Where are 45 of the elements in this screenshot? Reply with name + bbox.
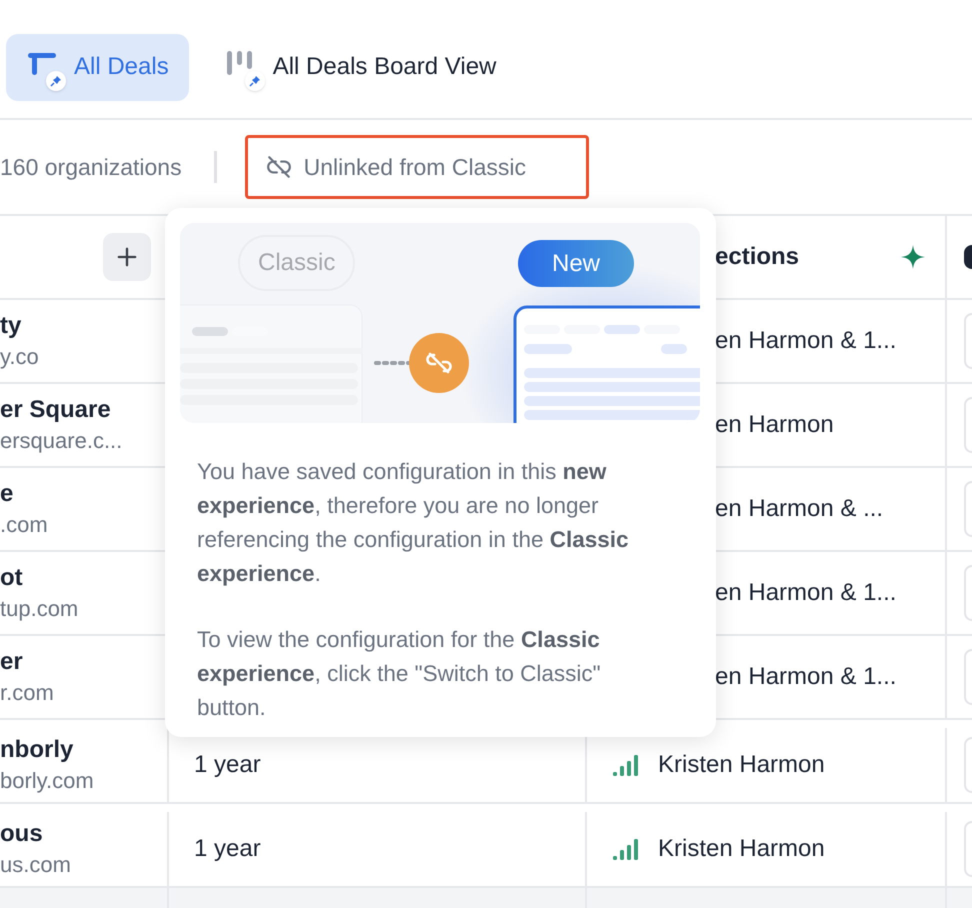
unlinked-status-button[interactable]: Unlinked from Classic — [244, 135, 589, 199]
organization-name: e — [0, 479, 14, 509]
connection-name: en Harmon & 1... — [715, 578, 896, 608]
cell-chip — [964, 313, 972, 369]
table-cell-text: 1 year — [194, 750, 261, 780]
signal-icon — [613, 754, 638, 776]
connection-name: en Harmon — [715, 410, 834, 440]
organization-domain: y.co — [0, 343, 40, 371]
column-icon — [964, 245, 972, 269]
organization-domain: ersquare.c... — [0, 427, 124, 455]
new-label: New — [518, 240, 634, 287]
connection-name: en Harmon & 1... — [715, 326, 896, 356]
organization-domain: us.com — [0, 851, 72, 879]
cell-chip — [964, 649, 972, 705]
organization-name: ous — [0, 819, 44, 849]
connection-name: en Harmon & ... — [715, 494, 884, 524]
organization-domain: .com — [0, 511, 49, 539]
organization-name: ot — [0, 563, 24, 593]
view-tab[interactable]: All Deals Board View — [204, 34, 516, 100]
organization-name: nborly — [0, 735, 74, 765]
sparkle-icon — [901, 245, 925, 269]
organization-domain: tup.com — [0, 595, 80, 623]
info-paragraph: You have saved configuration in this new experience, therefore you are no longer referencing the configuration in the Classic experience. — [197, 458, 630, 588]
organization-count: 160 organizations — [0, 152, 182, 182]
cell-chip — [964, 737, 972, 793]
info-paragraph: To view the configuration for the Classic experience, click the "Switch to Classic" button. — [197, 626, 602, 722]
organization-name: er — [0, 647, 24, 677]
unlink-icon — [266, 154, 292, 180]
cell-chip — [964, 481, 972, 537]
signal-icon — [613, 838, 638, 860]
connection-name: Kristen Harmon — [658, 750, 825, 780]
add-column-button[interactable] — [103, 233, 151, 281]
organization-domain: r.com — [0, 679, 55, 707]
cell-chip — [964, 821, 972, 877]
connection-name: en Harmon & 1... — [715, 662, 896, 692]
connection-name: Kristen Harmon — [658, 834, 825, 864]
column-header: ections — [715, 242, 800, 272]
organization-name: ty — [0, 311, 22, 341]
classic-label: Classic — [238, 235, 356, 291]
cell-chip — [964, 397, 972, 453]
view-tab[interactable]: All Deals — [6, 34, 189, 100]
organization-domain: borly.com — [0, 767, 95, 795]
organization-name: er Square — [0, 395, 112, 425]
cell-chip — [964, 565, 972, 621]
table-cell-text: 1 year — [194, 834, 261, 864]
